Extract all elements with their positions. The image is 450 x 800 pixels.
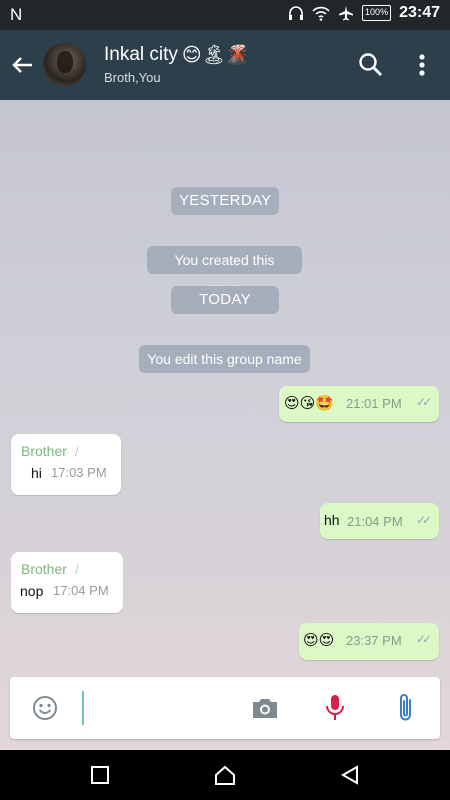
message-time: 21:04 PM: [347, 514, 403, 529]
outgoing-message[interactable]: 😍😍 23:37 PM ✓✓: [299, 623, 439, 660]
search-icon: [359, 53, 382, 76]
sender-slash: /: [75, 444, 79, 459]
message-text: nop: [20, 583, 44, 599]
outgoing-message[interactable]: hh 21:04 PM ✓✓: [320, 503, 439, 539]
battery-indicator: 100%: [362, 5, 392, 21]
group-avatar[interactable]: [43, 43, 86, 86]
incoming-message[interactable]: Brother / hi 17:03 PM: [11, 434, 121, 495]
emoji-icon: [33, 696, 57, 720]
emoji-button[interactable]: [32, 695, 58, 721]
chat-title-text: Inkal city: [104, 44, 178, 65]
double-check-icon: ✓✓: [416, 632, 432, 646]
sender-name: Brother: [21, 443, 67, 459]
date-divider-yesterday: YESTERDAY: [171, 187, 279, 215]
double-check-icon: ✓✓: [416, 513, 432, 527]
message-input[interactable]: [82, 691, 242, 725]
search-button[interactable]: [356, 50, 386, 80]
home-button[interactable]: [213, 763, 237, 787]
message-text: hh: [324, 512, 340, 528]
message-text: 😍😘🤩: [284, 395, 334, 412]
outgoing-message[interactable]: 😍😘🤩 21:01 PM ✓✓: [279, 386, 439, 422]
paperclip-icon: [400, 694, 411, 721]
more-vert-icon: [419, 54, 425, 76]
voice-record-button[interactable]: [324, 693, 346, 723]
message-list[interactable]: YESTERDAY You created this group TODAY Y…: [0, 100, 450, 750]
arrow-left-icon: [12, 57, 32, 73]
chat-title: Inkal city 😊🏝🌋: [104, 43, 250, 67]
status-bar: N 100% 23:47: [0, 0, 450, 30]
camera-button[interactable]: [251, 696, 279, 720]
double-check-icon: ✓✓: [416, 395, 432, 409]
square-icon: [91, 766, 109, 784]
home-icon: [215, 765, 235, 785]
chat-header: Inkal city 😊🏝🌋 Broth,You: [0, 30, 450, 100]
headphones-icon: [288, 5, 304, 21]
date-divider-today: TODAY: [171, 286, 279, 314]
nav-back-button[interactable]: [338, 763, 362, 787]
sender-name: Brother: [21, 561, 67, 577]
incoming-message[interactable]: Brother / nop 17:04 PM: [11, 552, 123, 613]
back-button[interactable]: [8, 50, 38, 80]
wifi-icon: [312, 5, 330, 21]
system-message-edit: You edit this group name: [139, 345, 310, 373]
message-time: 17:03 PM: [51, 465, 107, 480]
triangle-back-icon: [340, 765, 358, 785]
system-navigation-bar: [0, 750, 450, 800]
chat-title-emojis: 😊🏝🌋: [181, 45, 250, 66]
more-options-button[interactable]: [412, 50, 432, 80]
camera-icon: [253, 699, 277, 718]
chat-title-area[interactable]: Inkal city 😊🏝🌋 Broth,You: [104, 43, 250, 85]
airplane-mode-icon: [338, 5, 354, 21]
message-text: 😍😍: [303, 632, 335, 649]
carrier-label: N: [10, 5, 23, 24]
recents-button[interactable]: [88, 763, 112, 787]
compose-bar: [10, 677, 440, 739]
message-text: hi: [31, 465, 42, 481]
attach-button[interactable]: [396, 692, 416, 724]
chat-participants: Broth,You: [104, 70, 161, 85]
status-indicators: 100% 23:47: [288, 4, 440, 22]
mic-icon: [326, 695, 344, 720]
sender-slash: /: [75, 562, 79, 577]
message-time: 17:04 PM: [53, 583, 109, 598]
message-time: 21:01 PM: [346, 396, 402, 411]
message-time: 23:37 PM: [346, 633, 402, 648]
clock: 23:47: [399, 4, 440, 21]
system-message-created: You created this group: [147, 246, 302, 296]
